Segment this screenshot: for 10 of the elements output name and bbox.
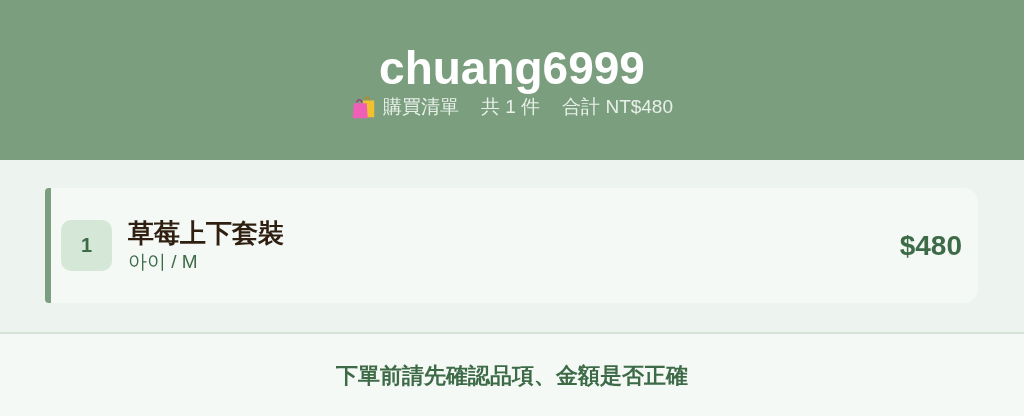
- item-count: 共 1 件: [481, 95, 541, 119]
- shopping-bags-icon: [351, 94, 377, 120]
- shop-name: chuang6999: [379, 41, 645, 96]
- item-variant: 아이 / M: [128, 249, 199, 274]
- confirmation-note: 下單前請先確認品項、金額是否正確: [336, 362, 688, 390]
- item-name: 草莓上下套裝: [128, 216, 285, 249]
- item-number: 1: [61, 220, 112, 271]
- list-label: 購買清單: [383, 95, 459, 119]
- item-price: $480: [899, 229, 962, 262]
- total-amount: 合計 NT$480: [562, 95, 673, 119]
